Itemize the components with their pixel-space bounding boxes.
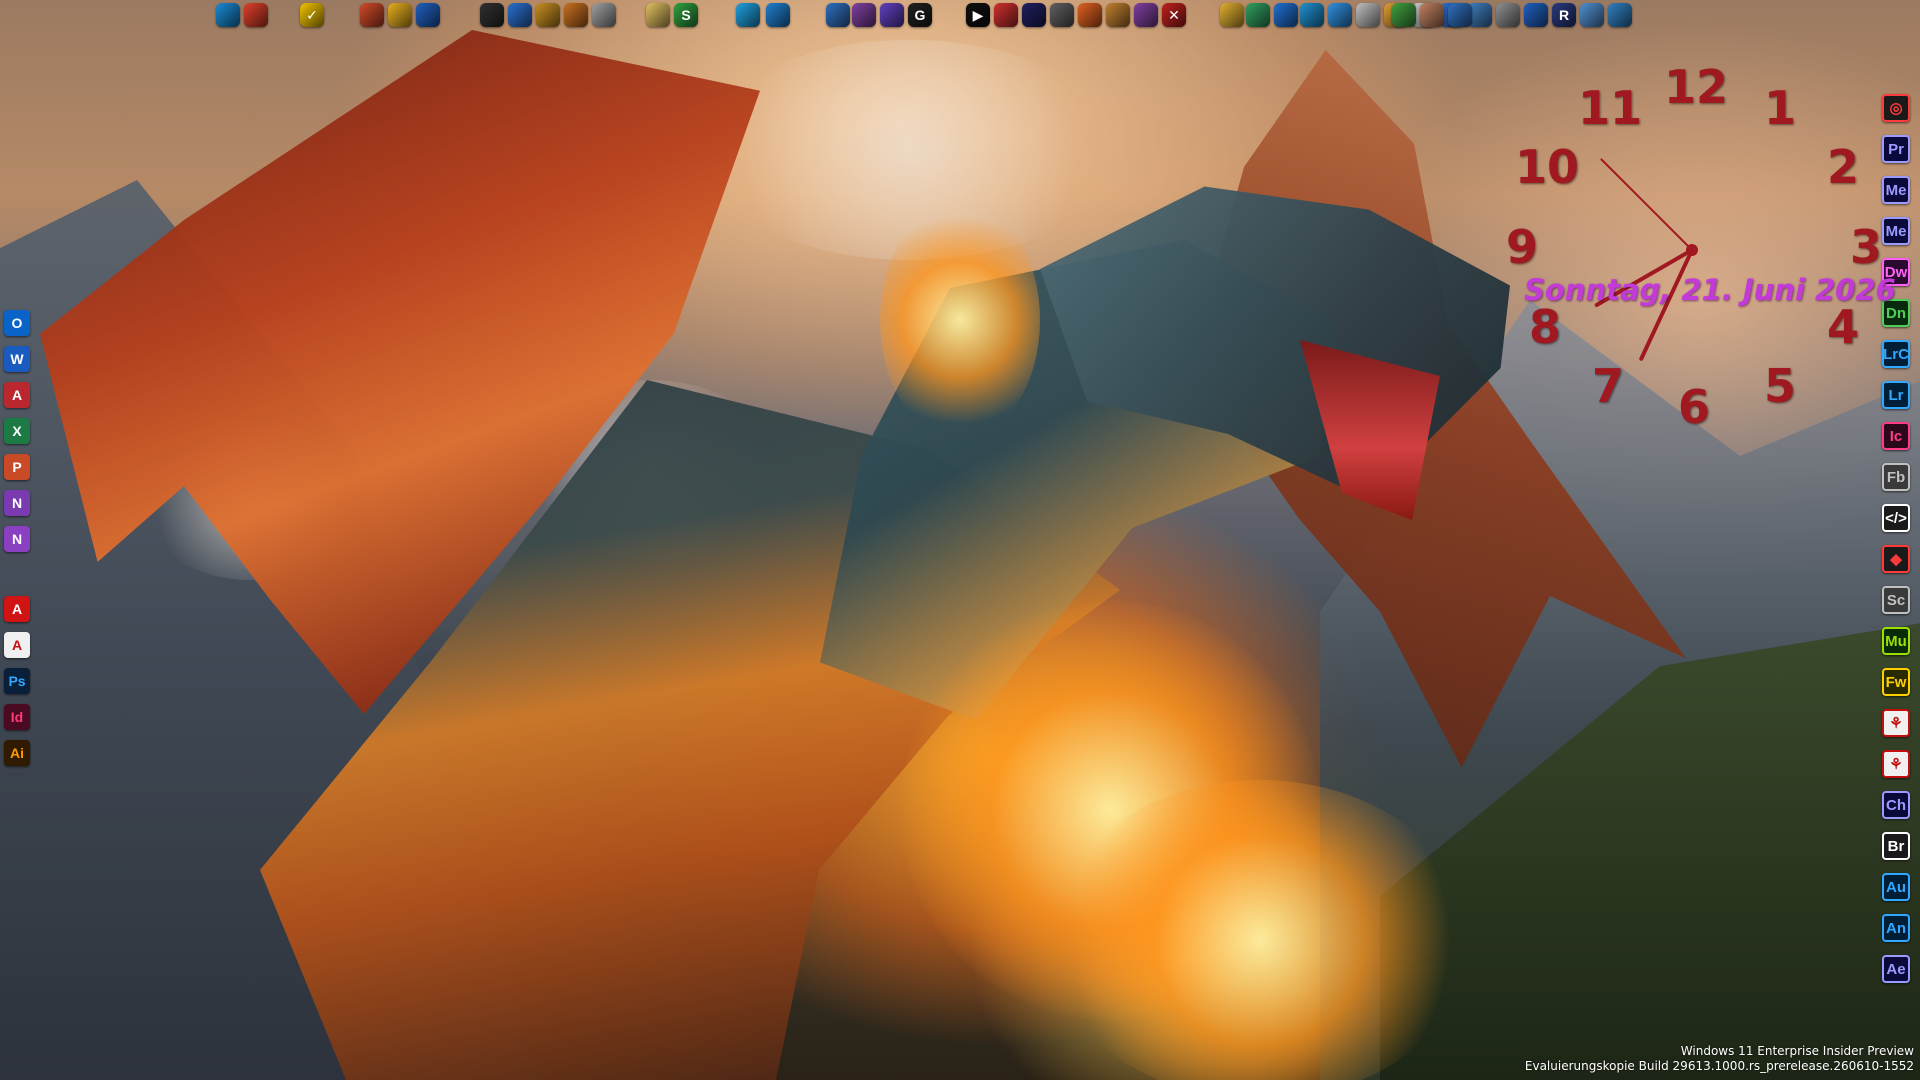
app-icon-14[interactable] — [852, 3, 876, 27]
acrobat-dc-icon[interactable]: ⚘ — [1882, 750, 1910, 778]
app-icon-23[interactable] — [1134, 3, 1158, 27]
app-icon-35[interactable] — [1496, 3, 1520, 27]
app-icon-9[interactable] — [646, 3, 670, 27]
watermark-edition: Windows 11 Enterprise Insider Preview — [1680, 1044, 1914, 1058]
fire-burst — [880, 200, 1040, 440]
clock-date: Sonntag, 21. Juni 2026 — [1524, 273, 1896, 307]
audition-icon[interactable]: Au — [1882, 873, 1910, 901]
photoshop-icon[interactable]: Ps — [4, 668, 30, 694]
app-icon-28[interactable] — [1300, 3, 1324, 27]
tasks-icon[interactable]: ✓ — [300, 3, 324, 27]
app-icon-30[interactable] — [1356, 3, 1380, 27]
fire-burst — [1050, 780, 1470, 1080]
excel-icon[interactable]: X — [4, 418, 30, 444]
app-icon-27[interactable] — [1274, 3, 1298, 27]
clock-number-3: 3 — [1850, 220, 1883, 274]
app-icon-17[interactable]: ▶ — [966, 3, 990, 27]
muse-icon[interactable]: Mu — [1882, 627, 1910, 655]
fireworks-icon[interactable]: Fw — [1882, 668, 1910, 696]
app-icon-20[interactable] — [1050, 3, 1074, 27]
app-icon-4[interactable] — [480, 3, 504, 27]
analog-clock-widget: 12 1 2 3 4 5 6 7 8 9 10 11 — [1500, 60, 1900, 440]
clock-number-2: 2 — [1826, 140, 1859, 194]
app-icon-16[interactable]: G — [908, 3, 932, 27]
onenote-2-icon[interactable]: N — [4, 526, 30, 552]
app-icon-19[interactable] — [1022, 3, 1046, 27]
clock-number-11: 11 — [1578, 81, 1643, 136]
app-icon-7[interactable] — [564, 3, 588, 27]
clock-number-5: 5 — [1764, 358, 1797, 413]
clock-second-hand — [1600, 158, 1693, 251]
app-icon-40[interactable] — [1392, 3, 1416, 27]
indesign-icon[interactable]: Id — [4, 704, 30, 730]
app-icon-10[interactable]: S — [674, 3, 698, 27]
app-icon-15[interactable] — [880, 3, 904, 27]
clock-number-7: 7 — [1592, 358, 1625, 413]
app-icon-13[interactable] — [826, 3, 850, 27]
app-icon-11[interactable] — [736, 3, 760, 27]
illustrator-icon[interactable]: Ai — [4, 740, 30, 766]
flash-builder-icon[interactable]: Fb — [1882, 463, 1910, 491]
character-animator-icon[interactable]: Ch — [1882, 791, 1910, 819]
clock-number-8: 8 — [1529, 300, 1562, 354]
acrobat-pro-icon[interactable]: ⚘ — [1882, 709, 1910, 737]
edge-icon[interactable] — [216, 3, 240, 27]
windows-watermark: Windows 11 Enterprise Insider Preview Ev… — [1525, 1044, 1914, 1074]
app-icon-25[interactable] — [1220, 3, 1244, 27]
watermark-build: Evaluierungskopie Build 29613.1000.rs_pr… — [1524, 1059, 1914, 1073]
acrobat-icon[interactable]: A — [4, 596, 30, 622]
bridge-icon[interactable]: Br — [1882, 832, 1910, 860]
clock-number-1: 1 — [1764, 81, 1797, 136]
scout-icon[interactable]: Sc — [1882, 586, 1910, 614]
animate-icon[interactable]: An — [1882, 914, 1910, 942]
app-icon-36[interactable] — [1524, 3, 1548, 27]
app-icon-12[interactable] — [766, 3, 790, 27]
app-icon-8[interactable] — [592, 3, 616, 27]
clock-number-12: 12 — [1664, 60, 1729, 114]
app-icon-5[interactable] — [508, 3, 532, 27]
app-icon-39[interactable] — [1608, 3, 1632, 27]
clock-number-10: 10 — [1515, 140, 1580, 194]
app-icon-21[interactable] — [1078, 3, 1102, 27]
clock-number-4: 4 — [1826, 300, 1859, 354]
app-icon-42[interactable] — [1448, 3, 1472, 27]
app-icon-41[interactable] — [1420, 3, 1444, 27]
app-icon-24[interactable]: ✕ — [1162, 3, 1186, 27]
clock-number-6: 6 — [1678, 380, 1711, 434]
word-icon[interactable]: W — [4, 346, 30, 372]
app-icon-1[interactable] — [360, 3, 384, 27]
onenote-icon[interactable]: N — [4, 490, 30, 516]
chrome-icon[interactable] — [244, 3, 268, 27]
outlook-icon[interactable]: O — [4, 310, 30, 336]
app-icon-29[interactable] — [1328, 3, 1352, 27]
after-effects-icon[interactable]: Ae — [1882, 955, 1910, 983]
clock-hub — [1686, 244, 1698, 256]
access-icon[interactable]: A — [4, 382, 30, 408]
app-icon-37[interactable]: R — [1552, 3, 1576, 27]
desktop-top-icon-bar: ✓ S G ▶ ✕ R — [0, 0, 1920, 32]
substance-icon[interactable]: ◆ — [1882, 545, 1910, 573]
acrobat-reader-icon[interactable]: A — [4, 632, 30, 658]
clock-number-9: 9 — [1506, 220, 1539, 274]
app-icon-3[interactable] — [416, 3, 440, 27]
app-icon-18[interactable] — [994, 3, 1018, 27]
code-icon[interactable]: </> — [1882, 504, 1910, 532]
app-icon-22[interactable] — [1106, 3, 1130, 27]
app-icon-38[interactable] — [1580, 3, 1604, 27]
app-icon-2[interactable] — [388, 3, 412, 27]
app-icon-6[interactable] — [536, 3, 560, 27]
powerpoint-icon[interactable]: P — [4, 454, 30, 480]
app-icon-26[interactable] — [1246, 3, 1270, 27]
